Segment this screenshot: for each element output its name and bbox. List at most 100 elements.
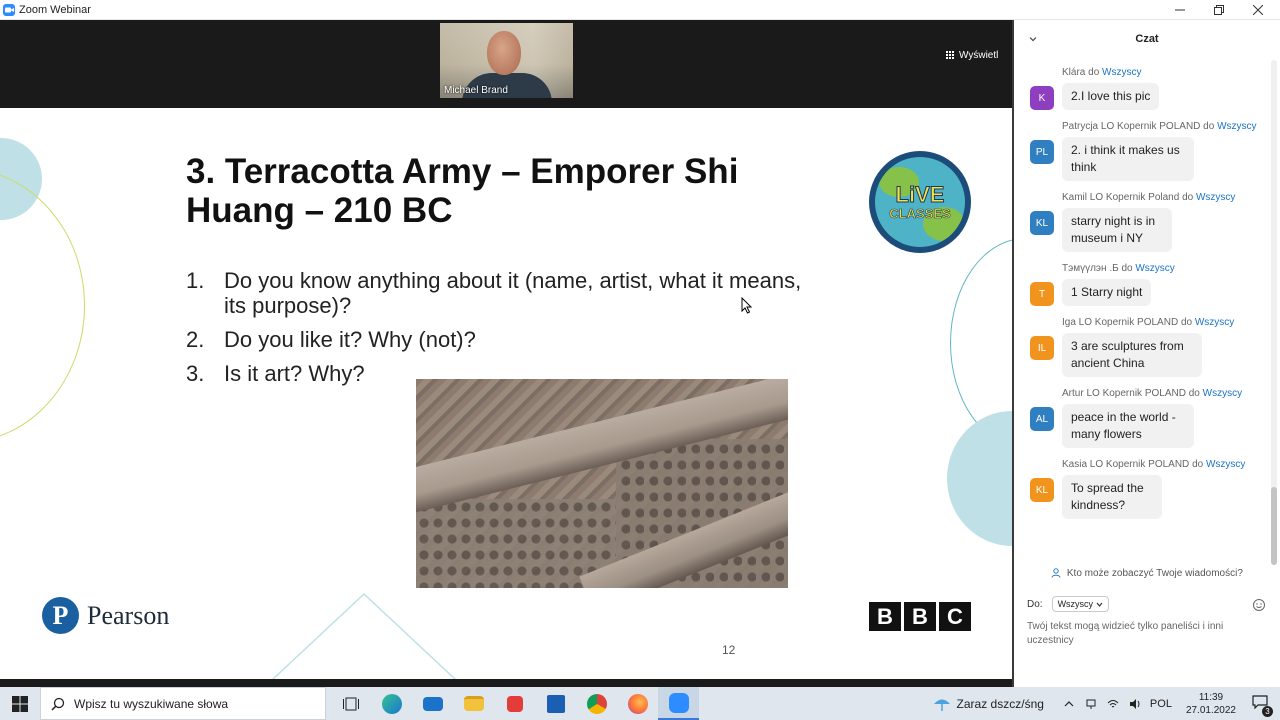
zoom-icon — [668, 692, 689, 713]
to-word: do — [1121, 263, 1133, 274]
taskbar-search[interactable]: Wpisz tu wyszukiwane słowa — [40, 687, 326, 720]
close-button[interactable] — [1238, 0, 1278, 20]
taskbar-app-firefox[interactable] — [617, 687, 658, 720]
chevron-down-icon[interactable] — [1028, 34, 1038, 44]
chat-message: IL Iga LO Kopernik POLAND do Wszyscy 3 a… — [1014, 316, 1270, 377]
emoji-icon[interactable] — [1252, 598, 1266, 612]
restore-button[interactable] — [1199, 0, 1239, 20]
recipient-link[interactable]: Wszyscy — [1196, 192, 1235, 203]
scrollbar-thumb[interactable] — [1271, 487, 1277, 565]
deco-circle-lightblue — [947, 411, 1012, 546]
recipient-link[interactable]: Wszyscy — [1195, 317, 1234, 328]
minimize-button[interactable] — [1160, 0, 1200, 20]
clock[interactable]: 11:39 27.01.2022 — [1186, 691, 1236, 717]
logo-text: LiVE — [895, 181, 945, 207]
deco-triangle — [271, 592, 457, 679]
chat-scrollbar[interactable] — [1271, 60, 1277, 565]
taskbar-app-explorer[interactable] — [453, 687, 494, 720]
recipient-select[interactable]: Wszyscy — [1051, 596, 1110, 612]
sender-name: Тэмүүлэн .Б — [1062, 263, 1119, 274]
gift-icon — [506, 695, 523, 712]
recipient-link[interactable]: Wszyscy — [1217, 121, 1256, 132]
person-icon — [1051, 568, 1061, 579]
taskbar-app-store[interactable] — [535, 687, 576, 720]
question-list: 1. Do you know anything about it (name, … — [186, 268, 806, 395]
message-bubble: 1 Starry night — [1062, 279, 1152, 306]
weather-widget[interactable]: Zaraz dszcz/śng — [933, 695, 1044, 713]
bbc-letter: B — [869, 602, 901, 631]
edge-icon — [381, 693, 402, 714]
message-sender-line: Kasia LO Kopernik POLAND do Wszyscy — [1062, 458, 1270, 472]
to-word: do — [1182, 192, 1194, 203]
recipient-row: Do: Wszyscy — [1027, 596, 1110, 612]
speaker-video[interactable]: Michael Brand — [440, 23, 573, 98]
shared-slide: 3. Terracotta Army – Emporer Shi Huang –… — [0, 108, 1012, 679]
windows-icon — [12, 695, 28, 712]
question-text: Do you like it? Why (not)? — [224, 327, 476, 352]
language-indicator[interactable]: POL — [1150, 698, 1172, 710]
message-sender-line: Artur LO Kopernik POLAND do Wszyscy — [1062, 387, 1270, 401]
firefox-icon — [627, 693, 648, 714]
to-word: do — [1180, 317, 1193, 328]
chat-panel: Czat K Klára do Wszyscy 2.I love this pi… — [1014, 20, 1280, 687]
bbc-letter: C — [939, 602, 971, 631]
notifications-button[interactable]: 3 — [1252, 695, 1273, 717]
taskbar: Wpisz tu wyszukiwane słowa Zaraz dszcz/ś… — [0, 687, 1280, 720]
network-device-icon[interactable] — [1085, 698, 1097, 710]
terracotta-army-photo — [416, 379, 788, 588]
wifi-icon[interactable] — [1107, 698, 1119, 710]
message-bubble: starry night is in museum i NY — [1062, 208, 1172, 252]
chat-input-hint[interactable]: Twój tekst mogą widzieć tylko paneliści … — [1027, 620, 1247, 648]
store-icon — [546, 694, 565, 713]
mouse-cursor-icon — [741, 297, 753, 314]
mail-icon — [422, 696, 443, 711]
chevron-up-icon[interactable] — [1063, 698, 1075, 710]
recipient-link[interactable]: Wszyscy — [1135, 263, 1174, 274]
sender-name: Kamil LO Kopernik Poland — [1062, 192, 1180, 203]
message-bubble: peace in the world - many flowers — [1062, 404, 1194, 448]
chat-message: PL Patrycja LO Kopernik POLAND do Wszysc… — [1014, 120, 1270, 181]
pearson-mark: P — [42, 597, 79, 634]
taskbar-app-edge[interactable] — [371, 687, 412, 720]
chat-message-list: K Klára do Wszyscy 2.I love this pic PL … — [1014, 66, 1270, 529]
taskbar-app-gift[interactable] — [494, 687, 535, 720]
recipient-link[interactable]: Wszyscy — [1203, 388, 1242, 399]
zoom-icon — [3, 3, 15, 16]
umbrella-icon — [933, 699, 950, 711]
sender-name: Patrycja LO Kopernik POLAND — [1062, 121, 1201, 132]
notification-count: 3 — [1262, 706, 1273, 717]
who-can-see-link[interactable]: Kto może zobaczyć Twoje wiadomości? — [1014, 568, 1280, 579]
recipient-link[interactable]: Wszyscy — [1102, 67, 1141, 78]
message-sender-line: Kamil LO Kopernik Poland do Wszyscy — [1062, 191, 1270, 205]
chat-message: AL Artur LO Kopernik POLAND do Wszyscy p… — [1014, 387, 1270, 448]
clock-date: 27.01.2022 — [1185, 704, 1236, 716]
sender-name: Artur LO Kopernik POLAND — [1062, 388, 1186, 399]
recipient-link[interactable]: Wszyscy — [1206, 459, 1245, 470]
chat-message: K Klára do Wszyscy 2.I love this pic — [1014, 66, 1270, 110]
minimize-icon — [1175, 9, 1185, 11]
message-sender-line: Тэмүүлэн .Б do Wszyscy — [1062, 262, 1270, 276]
volume-icon[interactable] — [1129, 698, 1141, 710]
taskbar-app-zoom[interactable] — [658, 687, 699, 720]
system-tray: Zaraz dszcz/śng POL 11:39 27.01.2022 3 — [933, 687, 1280, 720]
view-button[interactable]: Wyświetl — [946, 48, 998, 62]
start-button[interactable] — [0, 687, 40, 720]
recipient-value: Wszyscy — [1057, 599, 1094, 609]
chat-header: Czat — [1014, 20, 1280, 58]
view-button-label: Wyświetl — [959, 49, 999, 61]
message-sender-line: Iga LO Kopernik POLAND do Wszyscy — [1062, 316, 1270, 330]
task-view-button[interactable] — [330, 687, 371, 720]
chrome-icon — [586, 693, 607, 714]
slide-bottom-bar — [0, 679, 1012, 687]
question-text: Do you know anything about it (name, art… — [224, 268, 802, 318]
avatar: KL — [1030, 211, 1054, 235]
avatar: T — [1030, 282, 1054, 306]
video-strip: Michael Brand Wyświetl — [0, 20, 1012, 108]
message-sender-line: Klára do Wszyscy — [1062, 66, 1270, 80]
sender-name: Kasia LO Kopernik POLAND — [1062, 459, 1190, 470]
to-word: do — [1192, 459, 1204, 470]
taskbar-app-mail[interactable] — [412, 687, 453, 720]
task-view-icon — [342, 697, 359, 710]
taskbar-app-chrome[interactable] — [576, 687, 617, 720]
to-label: Do: — [1027, 598, 1043, 610]
